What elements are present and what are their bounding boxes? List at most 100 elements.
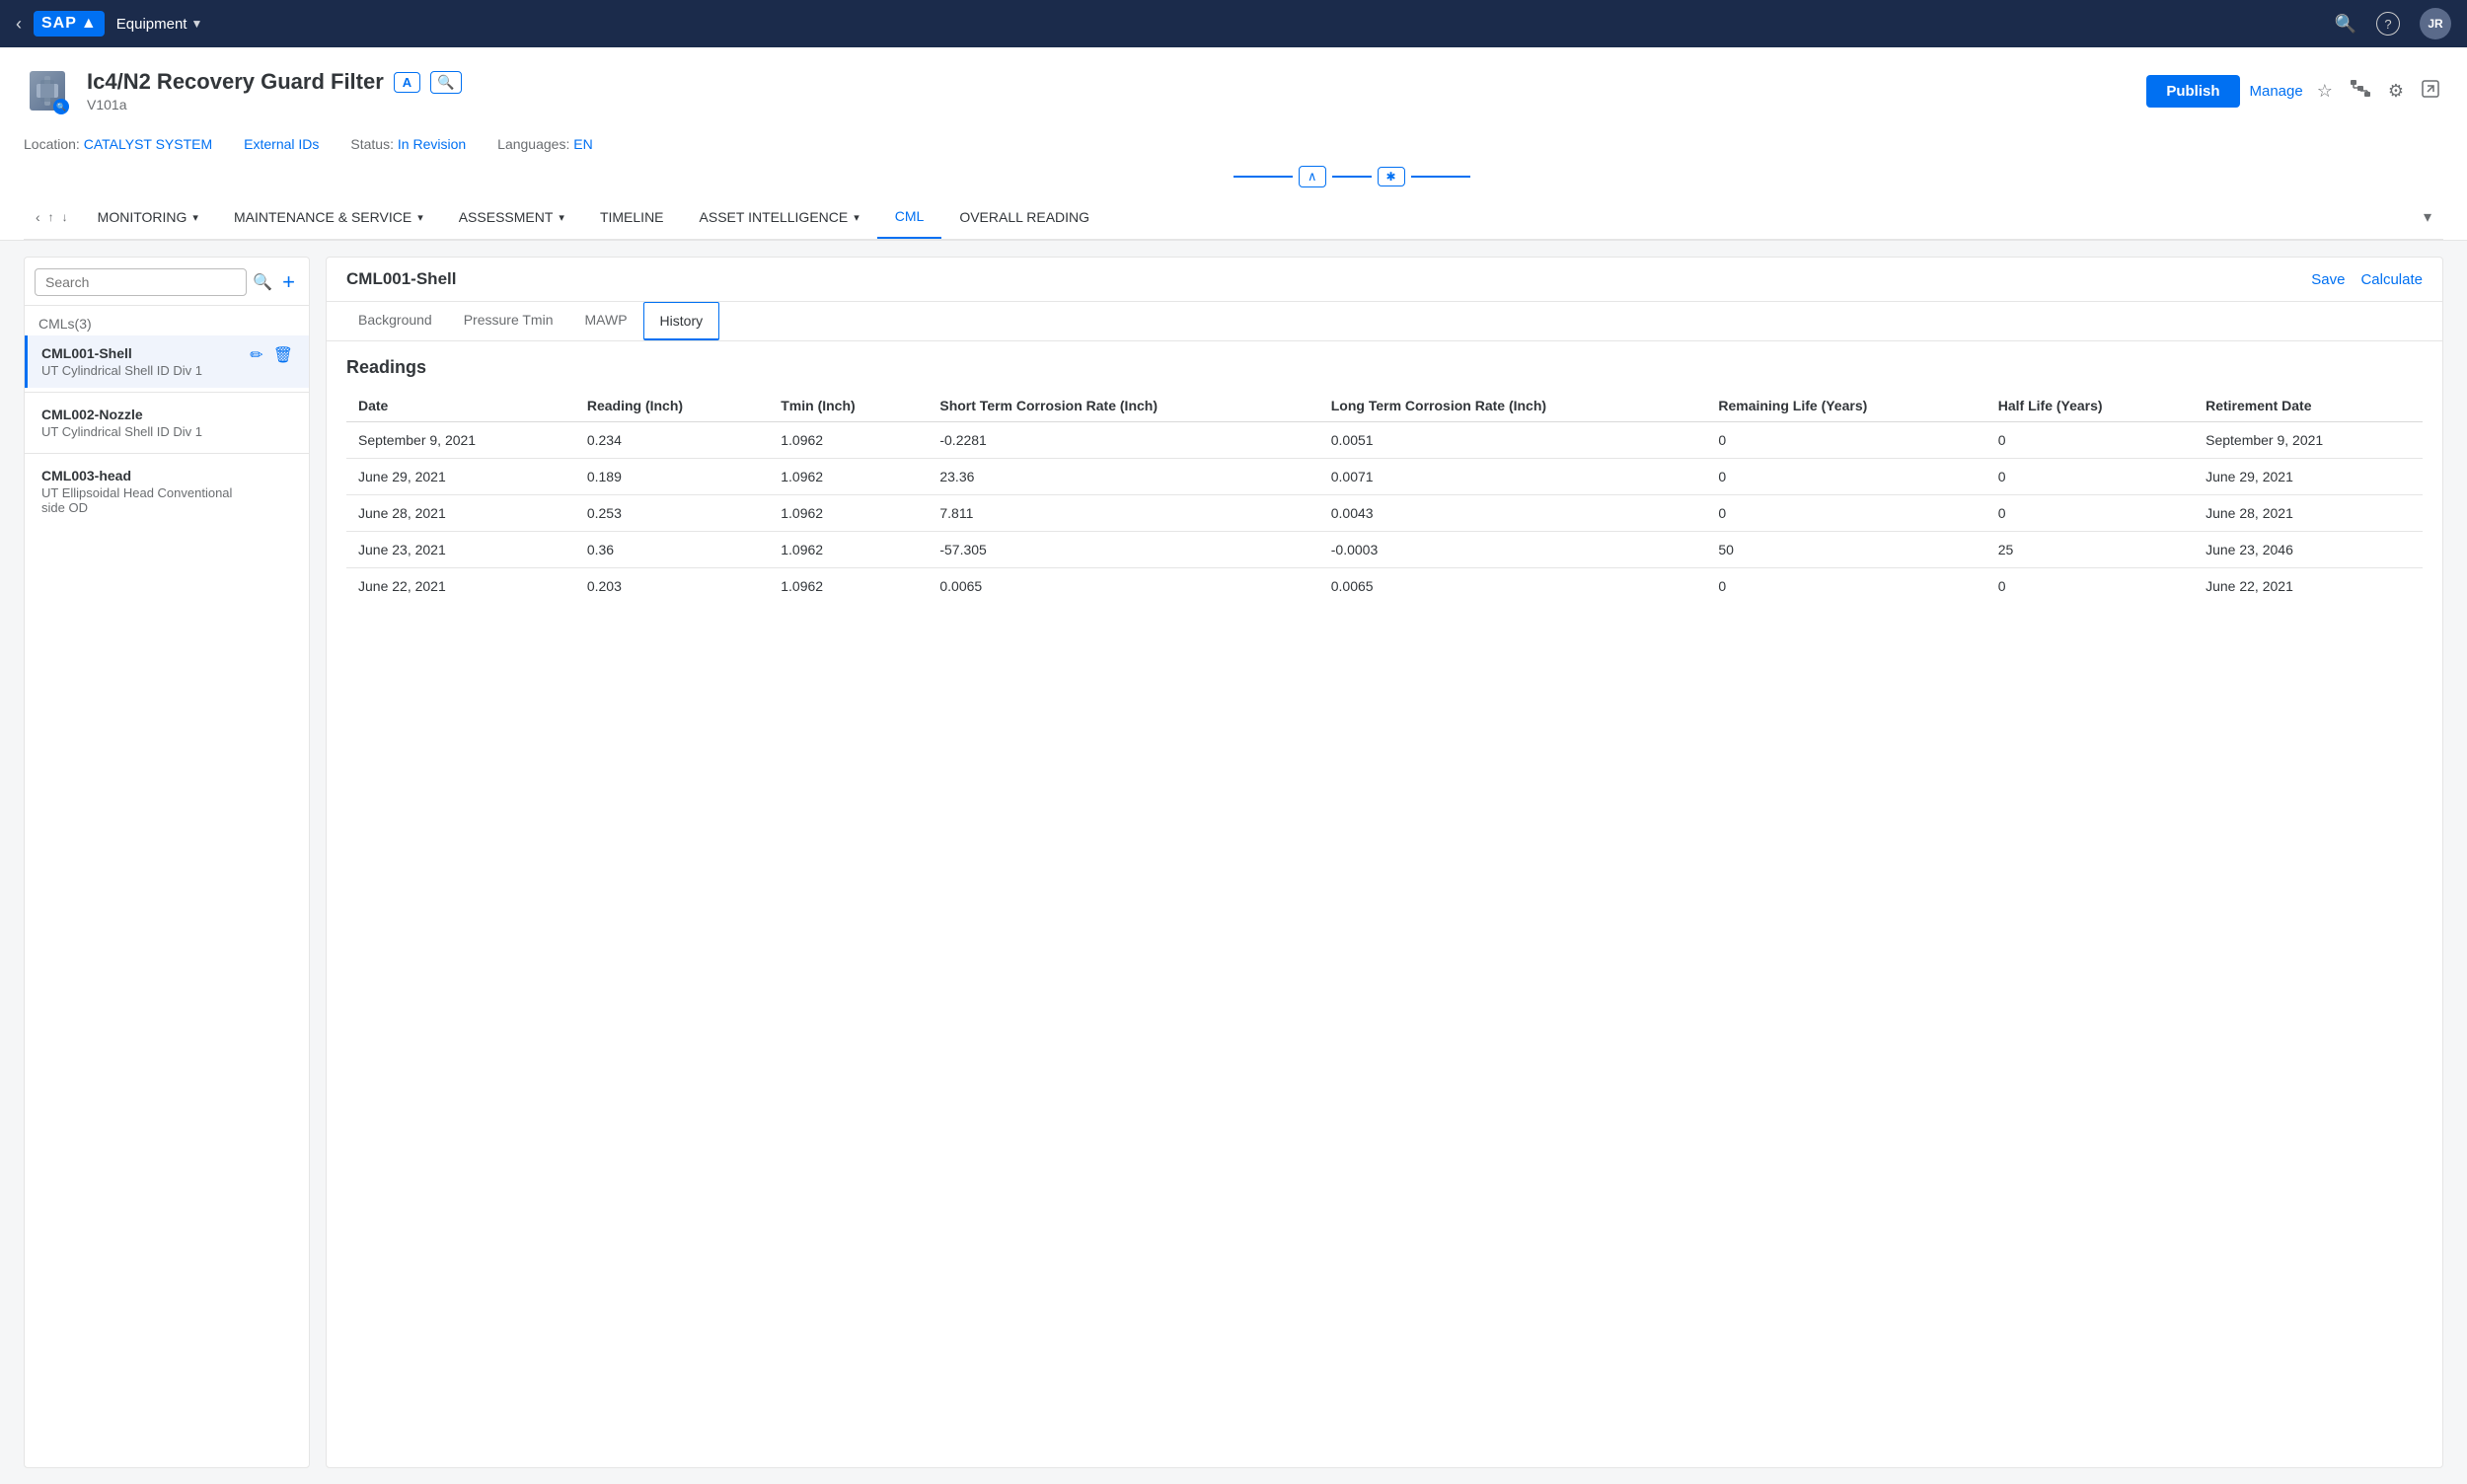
sidebar-add-button[interactable]: + xyxy=(278,267,299,297)
table-row: September 9, 20210.2341.0962-0.22810.005… xyxy=(346,422,2423,459)
sidebar-item-cml001[interactable]: CML001-Shell UT Cylindrical Shell ID Div… xyxy=(25,335,309,388)
table-cell: 1.0962 xyxy=(769,459,928,495)
table-cell: 0 xyxy=(1986,459,2194,495)
manage-button[interactable]: Manage xyxy=(2250,83,2303,100)
edit-button-1[interactable]: ✏ xyxy=(248,345,264,365)
cml-sidebar: 🔍 + CMLs(3) CML001-Shell UT Cylindrical … xyxy=(24,257,310,1468)
location-label: Location: CATALYST SYSTEM xyxy=(24,136,212,152)
tab-nav-left[interactable]: ‹ xyxy=(32,209,44,225)
flow-icon-up[interactable]: ∧ xyxy=(1299,166,1326,187)
readings-title: Readings xyxy=(346,357,2423,378)
sidebar-item-cml002[interactable]: CML002-Nozzle UT Cylindrical Shell ID Di… xyxy=(25,397,309,449)
calculate-button[interactable]: Calculate xyxy=(2360,271,2423,288)
tab-timeline[interactable]: TIMELINE xyxy=(582,195,682,239)
equipment-icon: 🔍 xyxy=(30,71,65,111)
tab-cml[interactable]: CML xyxy=(877,195,942,239)
tab-overall-reading[interactable]: OVERALL READING xyxy=(941,195,1107,239)
table-cell: -0.2281 xyxy=(928,422,1318,459)
tab-asset-intelligence[interactable]: ASSET INTELLIGENCE ▾ xyxy=(682,195,877,239)
tab-nav-up[interactable]: ↑ xyxy=(44,210,58,224)
table-cell: 0.0065 xyxy=(928,568,1318,605)
sidebar-item-sub-2: UT Cylindrical Shell ID Div 1 xyxy=(41,424,202,439)
table-cell: 0 xyxy=(1706,459,1985,495)
table-cell: 0 xyxy=(1986,422,2194,459)
subtab-pressure-tmin[interactable]: Pressure Tmin xyxy=(448,302,569,340)
sidebar-divider-2 xyxy=(25,453,309,454)
flow-icon-settings[interactable]: ✱ xyxy=(1378,167,1405,186)
save-button[interactable]: Save xyxy=(2311,271,2345,288)
tab-assessment[interactable]: ASSESSMENT ▾ xyxy=(441,195,582,239)
sidebar-item-title-2: CML002-Nozzle xyxy=(41,407,202,422)
table-cell: 0.0043 xyxy=(1319,495,1707,532)
table-cell: 1.0962 xyxy=(769,568,928,605)
table-cell: 23.36 xyxy=(928,459,1318,495)
sidebar-search-button[interactable]: 🔍 xyxy=(253,272,272,292)
app-title: Equipment ▼ xyxy=(116,16,203,33)
sidebar-item-actions-1: ✏ 🗑 xyxy=(248,345,295,365)
tab-nav-down[interactable]: ↓ xyxy=(58,210,72,224)
object-icon: 🔍 xyxy=(24,63,71,118)
share-icon[interactable] xyxy=(2418,76,2443,107)
col-remaining-life: Remaining Life (Years) xyxy=(1706,390,1985,422)
hierarchy-icon[interactable] xyxy=(2347,76,2374,107)
object-title-text: Ic4/N2 Recovery Guard Filter xyxy=(87,69,384,95)
table-cell: June 22, 2021 xyxy=(2194,568,2423,605)
location-link[interactable]: CATALYST SYSTEM xyxy=(84,136,212,152)
back-button[interactable]: ‹ xyxy=(16,14,22,35)
badge-search[interactable]: 🔍 xyxy=(430,71,461,94)
user-avatar[interactable]: JR xyxy=(2420,8,2451,39)
chevron-down-icon: ▾ xyxy=(854,211,860,224)
table-cell: June 28, 2021 xyxy=(2194,495,2423,532)
table-row: June 29, 20210.1891.096223.360.007100Jun… xyxy=(346,459,2423,495)
object-title-area: Ic4/N2 Recovery Guard Filter A 🔍 V101a xyxy=(87,69,2131,112)
edit-button-2[interactable]: ✏ xyxy=(248,407,264,426)
delete-button-3[interactable]: 🗑 xyxy=(271,468,295,487)
chevron-down-icon: ▾ xyxy=(192,211,198,224)
sidebar-item-cml003[interactable]: CML003-head UT Ellipsoidal Head Conventi… xyxy=(25,458,309,525)
search-icon[interactable]: 🔍 xyxy=(2335,14,2356,35)
cml-panel: CML001-Shell Save Calculate Background P… xyxy=(326,257,2443,1468)
publish-button[interactable]: Publish xyxy=(2146,75,2239,108)
tab-monitoring[interactable]: MONITORING ▾ xyxy=(80,195,216,239)
flow-diagram-row: ∧ ✱ xyxy=(24,162,2443,195)
sidebar-item-row-3: CML003-head UT Ellipsoidal Head Conventi… xyxy=(41,468,295,515)
object-metadata: Location: CATALYST SYSTEM External IDs S… xyxy=(24,126,2443,162)
delete-button-1[interactable]: 🗑 xyxy=(271,345,295,365)
main-content: 🔍 + CMLs(3) CML001-Shell UT Cylindrical … xyxy=(0,241,2467,1484)
sub-tab-bar: Background Pressure Tmin MAWP History xyxy=(327,302,2442,341)
object-header: 🔍 Ic4/N2 Recovery Guard Filter A 🔍 V101a… xyxy=(0,47,2467,241)
badge-a[interactable]: A xyxy=(394,72,420,93)
external-ids-link[interactable]: External IDs xyxy=(244,136,319,152)
subtab-history[interactable]: History xyxy=(643,302,720,340)
subtab-background[interactable]: Background xyxy=(342,302,448,340)
favorite-icon[interactable]: ☆ xyxy=(2313,77,2337,106)
language-value[interactable]: EN xyxy=(573,136,592,152)
tab-maintenance[interactable]: MAINTENANCE & SERVICE ▾ xyxy=(216,195,441,239)
readings-table: Date Reading (Inch) Tmin (Inch) Short Te… xyxy=(346,390,2423,604)
search-input[interactable] xyxy=(35,268,247,296)
table-cell: 0.36 xyxy=(575,532,769,568)
sidebar-item-row-2: CML002-Nozzle UT Cylindrical Shell ID Di… xyxy=(41,407,295,439)
table-row: June 23, 20210.361.0962-57.305-0.0003502… xyxy=(346,532,2423,568)
edit-button-3[interactable]: ✏ xyxy=(248,468,264,487)
settings-icon[interactable]: ⚙ xyxy=(2384,77,2408,106)
table-row: June 22, 20210.2031.09620.00650.006500Ju… xyxy=(346,568,2423,605)
subtab-mawp[interactable]: MAWP xyxy=(569,302,643,340)
table-cell: 0 xyxy=(1706,495,1985,532)
status-value[interactable]: In Revision xyxy=(398,136,466,152)
object-subtitle: V101a xyxy=(87,97,2131,112)
table-cell: 0 xyxy=(1986,568,2194,605)
col-short-term: Short Term Corrosion Rate (Inch) xyxy=(928,390,1318,422)
help-icon[interactable]: ? xyxy=(2376,12,2400,36)
table-cell: 0 xyxy=(1706,568,1985,605)
sap-logo[interactable]: SAP ▲ xyxy=(34,11,105,37)
table-cell: June 22, 2021 xyxy=(346,568,575,605)
delete-button-2[interactable]: 🗑 xyxy=(271,407,295,426)
tab-overflow[interactable]: ▾ xyxy=(2412,207,2443,227)
table-cell: 0.0071 xyxy=(1319,459,1707,495)
table-cell: June 23, 2046 xyxy=(2194,532,2423,568)
col-reading: Reading (Inch) xyxy=(575,390,769,422)
top-nav-right: 🔍 ? JR xyxy=(2335,8,2451,39)
readings-section: Readings Date Reading (Inch) Tmin (Inch)… xyxy=(327,341,2442,1467)
top-navigation: ‹ SAP ▲ Equipment ▼ 🔍 ? JR xyxy=(0,0,2467,47)
